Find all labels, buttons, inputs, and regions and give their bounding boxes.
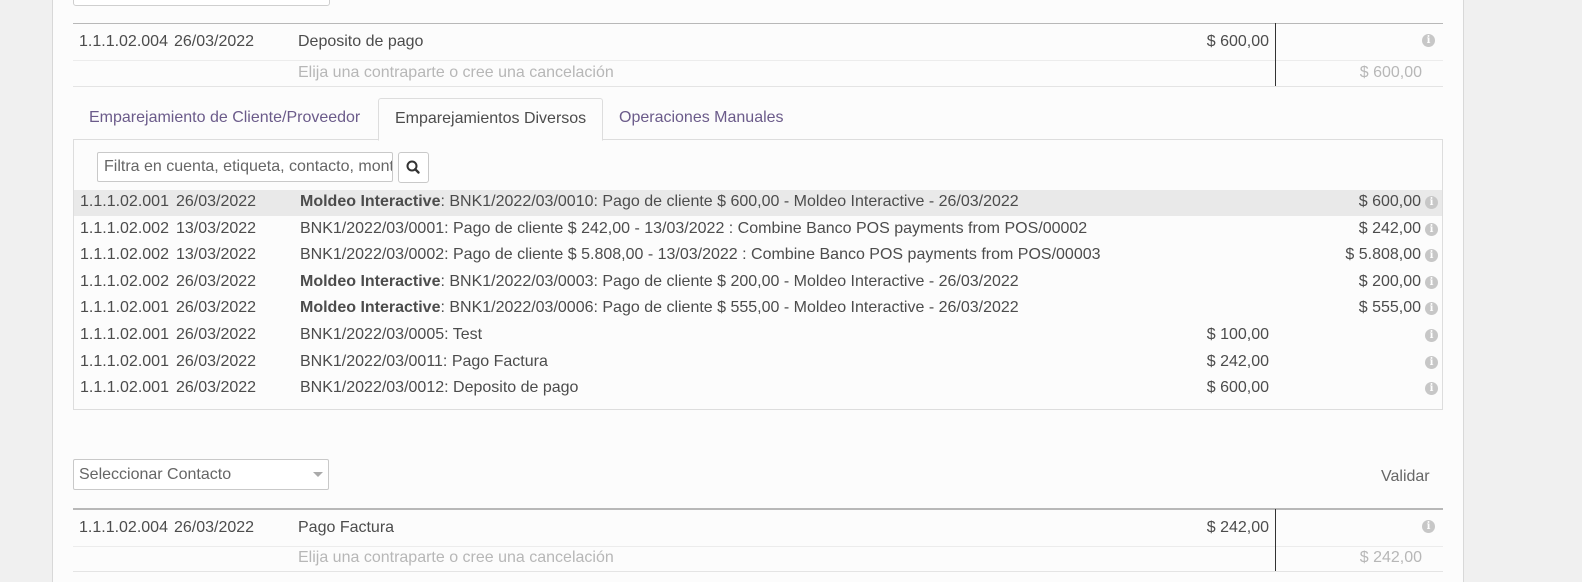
contact-select[interactable]: Seleccionar Contacto [73, 459, 329, 490]
match-description: BNK1/2022/03/0011: Pago Factura [300, 352, 548, 370]
match-credit: $ 5.808,00 [1345, 246, 1421, 264]
match-row[interactable]: 1.1.1.02.002 13/03/2022 BNK1/2022/03/0002:… [74, 243, 1442, 269]
chevron-down-icon [313, 472, 323, 477]
open-amount: $ 242,00 [1359, 549, 1422, 566]
info-circle-icon[interactable]: i [1425, 329, 1438, 342]
statement-label: Pago Factura [298, 519, 395, 536]
statement-line-hint-row: Elija una contraparte o cree una cancela… [73, 60, 1443, 87]
statement-label: Deposito de pago [298, 33, 424, 50]
match-account: 1.1.1.02.002 [80, 272, 169, 290]
match-row[interactable]: 1.1.1.02.001 26/03/2022 BNK1/2022/03/0011:… [74, 350, 1442, 376]
match-debit: $ 100,00 [1206, 326, 1269, 343]
match-date: 26/03/2022 [176, 272, 257, 290]
match-description: BNK1/2022/03/0001: Pago de cliente $ 242… [300, 219, 1088, 237]
match-debit: $ 600,00 [1206, 379, 1269, 397]
contact-select-top[interactable] [73, 0, 330, 6]
statement-account: 1.1.1.02.004 [79, 33, 168, 50]
match-label: Moldeo Interactive: BNK1/2022/03/0010: P… [300, 193, 1019, 211]
search-button[interactable] [398, 152, 429, 183]
match-label: BNK1/2022/03/0011: Pago Factura [300, 353, 548, 371]
match-account: 1.1.1.02.002 [80, 219, 169, 237]
match-row[interactable]: 1.1.1.02.002 13/03/2022 BNK1/2022/03/0001:… [74, 217, 1442, 243]
info-circle-icon[interactable]: i [1425, 355, 1438, 369]
match-row[interactable]: 1.1.1.02.001 26/03/2022 Moldeo Interactive… [74, 190, 1442, 216]
statement-line[interactable]: 1.1.1.02.004 26/03/2022 Pago Factura $ 2… [73, 508, 1443, 547]
match-date: 26/03/2022 [176, 299, 257, 317]
statement-amount: $ 242,00 [1206, 519, 1269, 536]
match-tabs: Emparejamiento de Cliente/Proveedor Empa… [73, 98, 1443, 141]
match-label: Moldeo Interactive: BNK1/2022/03/0003: P… [300, 273, 1019, 291]
open-amount: $ 600,00 [1359, 64, 1422, 81]
match-label: BNK1/2022/03/0005: Test [300, 326, 482, 344]
match-date: 13/03/2022 [176, 219, 257, 237]
info-circle-icon[interactable]: i [1422, 34, 1435, 47]
statement-date: 26/03/2022 [174, 33, 255, 50]
match-row[interactable]: 1.1.1.02.001 26/03/2022 Moldeo Interactive… [74, 296, 1442, 322]
match-account: 1.1.1.02.001 [80, 193, 169, 210]
contact-select-placeholder: Seleccionar Contacto [79, 466, 232, 483]
info-circle-icon[interactable]: i [1425, 382, 1438, 396]
match-label: Moldeo Interactive: BNK1/2022/03/0006: P… [300, 299, 1019, 317]
match-label: BNK1/2022/03/0012: Deposito de pago [300, 379, 578, 397]
tab-customer-supplier[interactable]: Emparejamiento de Cliente/Proveedor [73, 98, 376, 138]
match-partner: Moldeo Interactive [300, 272, 441, 290]
statement-account: 1.1.1.02.004 [79, 519, 168, 536]
debit-credit-divider [1275, 509, 1276, 571]
statement-hint: Elija una contraparte o cree una cancela… [298, 549, 614, 566]
match-account: 1.1.1.02.001 [80, 352, 169, 370]
match-date: 26/03/2022 [176, 352, 257, 370]
match-credit: $ 600,00 [1358, 193, 1421, 210]
statement-hint: Elija una contraparte o cree una cancela… [298, 64, 614, 81]
info-circle-icon[interactable]: i [1425, 275, 1438, 289]
tab-manual-operations[interactable]: Operaciones Manuales [603, 98, 800, 138]
match-label: BNK1/2022/03/0002: Pago de cliente $ 5.8… [300, 246, 1101, 264]
match-description: : BNK1/2022/03/0003: Pago de cliente $ 2… [440, 272, 1019, 290]
statement-date: 26/03/2022 [174, 519, 255, 536]
misc-matching-panel: Filtra en cuenta, etiqueta, contacto, mo… [73, 139, 1443, 410]
match-credit: $ 555,00 [1358, 299, 1421, 317]
match-row[interactable]: 1.1.1.02.002 26/03/2022 Moldeo Interactive… [74, 270, 1442, 296]
match-account: 1.1.1.02.002 [80, 246, 169, 264]
match-date: 26/03/2022 [176, 379, 257, 397]
match-debit: $ 242,00 [1206, 352, 1269, 370]
debit-credit-divider [1275, 23, 1276, 86]
search-icon [406, 160, 420, 174]
statement-amount: $ 600,00 [1206, 33, 1269, 50]
match-description: BNK1/2022/03/0005: Test [300, 326, 483, 343]
match-date: 26/03/2022 [176, 193, 257, 210]
match-label: BNK1/2022/03/0001: Pago de cliente $ 242… [300, 220, 1087, 238]
info-circle-icon[interactable]: i [1425, 196, 1438, 209]
match-partner: Moldeo Interactive [300, 193, 441, 210]
match-description: BNK1/2022/03/0002: Pago de cliente $ 5.8… [300, 246, 1101, 264]
match-description: : BNK1/2022/03/0010: Pago de cliente $ 6… [440, 193, 1019, 210]
info-circle-icon[interactable]: i [1425, 222, 1438, 236]
statement-line[interactable]: 1.1.1.02.004 26/03/2022 Deposito de pago… [73, 23, 1443, 61]
tab-misc-matching[interactable]: Emparejamientos Diversos [378, 98, 604, 141]
match-row[interactable]: 1.1.1.02.001 26/03/2022 BNK1/2022/03/0012:… [74, 376, 1442, 402]
validate-button[interactable]: Validar [1381, 468, 1430, 486]
statement-line-hint-row: Elija una contraparte o cree una cancela… [73, 545, 1443, 572]
info-circle-icon[interactable]: i [1422, 520, 1435, 533]
match-description: BNK1/2022/03/0012: Deposito de pago [300, 379, 579, 397]
match-date: 26/03/2022 [176, 326, 257, 343]
match-credit: $ 242,00 [1358, 219, 1421, 237]
filter-input[interactable]: Filtra en cuenta, etiqueta, contacto, mo… [97, 152, 393, 182]
match-account: 1.1.1.02.001 [80, 379, 169, 397]
reconciliation-sheet: 1.1.1.02.004 26/03/2022 Deposito de pago… [52, 0, 1464, 582]
info-circle-icon[interactable]: i [1425, 302, 1438, 316]
match-account: 1.1.1.02.001 [80, 299, 169, 317]
match-date: 13/03/2022 [176, 246, 257, 264]
match-description: : BNK1/2022/03/0006: Pago de cliente $ 5… [440, 299, 1019, 317]
match-partner: Moldeo Interactive [300, 299, 441, 317]
info-circle-icon[interactable]: i [1425, 249, 1438, 263]
match-credit: $ 200,00 [1358, 272, 1421, 290]
match-account: 1.1.1.02.001 [80, 326, 169, 343]
match-row[interactable]: 1.1.1.02.001 26/03/2022 BNK1/2022/03/0005:… [74, 323, 1442, 349]
